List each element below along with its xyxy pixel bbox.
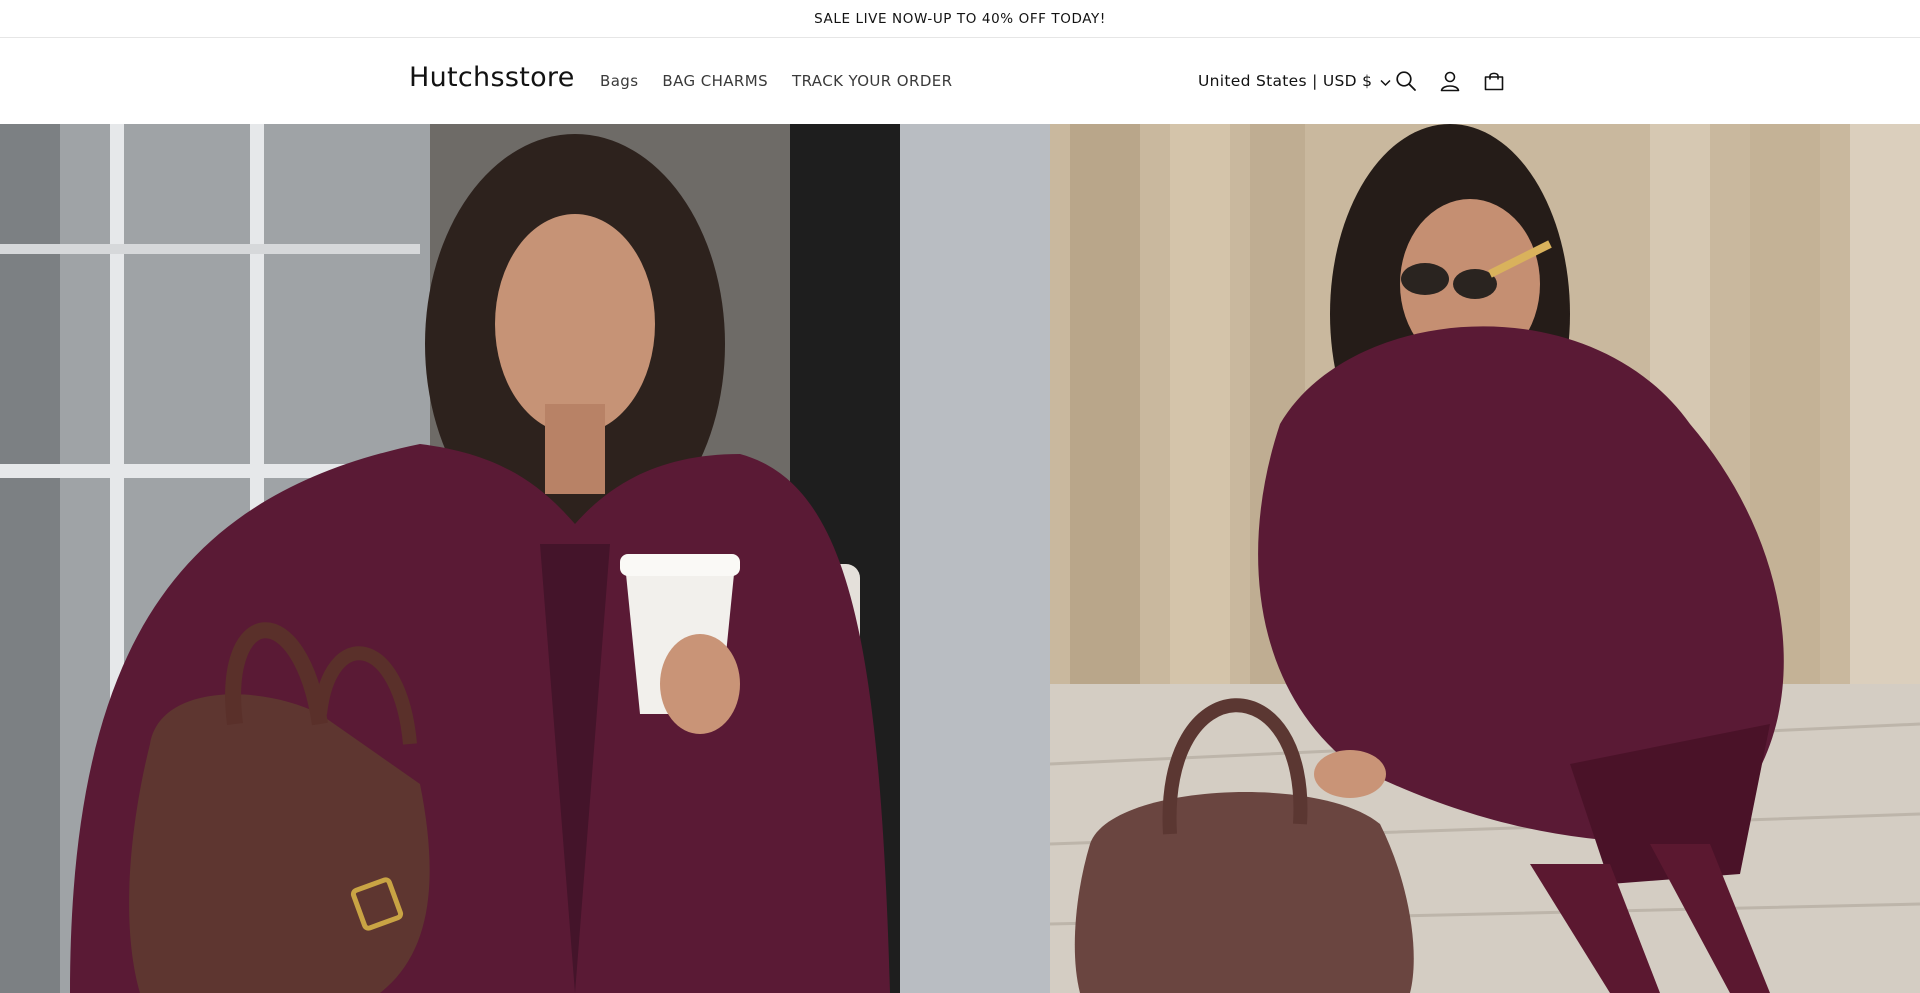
nav-link-bags[interactable]: Bags (588, 72, 650, 90)
hero-right-illustration (1050, 124, 1920, 993)
site-header: Hutchsstore Bags BAG CHARMS TRACK YOUR O… (0, 38, 1920, 124)
country-currency-selector[interactable]: United States | USD $ (1198, 38, 1391, 124)
hero-left-illustration (0, 124, 1050, 993)
locale-label: United States | USD $ (1198, 72, 1373, 90)
nav-link-bag-charms[interactable]: BAG CHARMS (650, 72, 780, 90)
hero-banner (0, 124, 1920, 993)
cart-icon[interactable] (1472, 59, 1516, 103)
header-icons (1384, 38, 1516, 124)
account-icon[interactable] (1428, 59, 1472, 103)
announcement-bar: SALE LIVE NOW-UP TO 40% OFF TODAY! (0, 0, 1920, 38)
hero-image-left[interactable] (0, 124, 1050, 993)
search-icon[interactable] (1384, 59, 1428, 103)
hero-image-right[interactable] (1050, 124, 1920, 993)
nav-link-track-order[interactable]: TRACK YOUR ORDER (780, 72, 964, 90)
announcement-text: SALE LIVE NOW-UP TO 40% OFF TODAY! (814, 10, 1106, 27)
store-logo[interactable]: Hutchsstore (409, 62, 575, 93)
main-nav: Bags BAG CHARMS TRACK YOUR ORDER (588, 38, 964, 124)
